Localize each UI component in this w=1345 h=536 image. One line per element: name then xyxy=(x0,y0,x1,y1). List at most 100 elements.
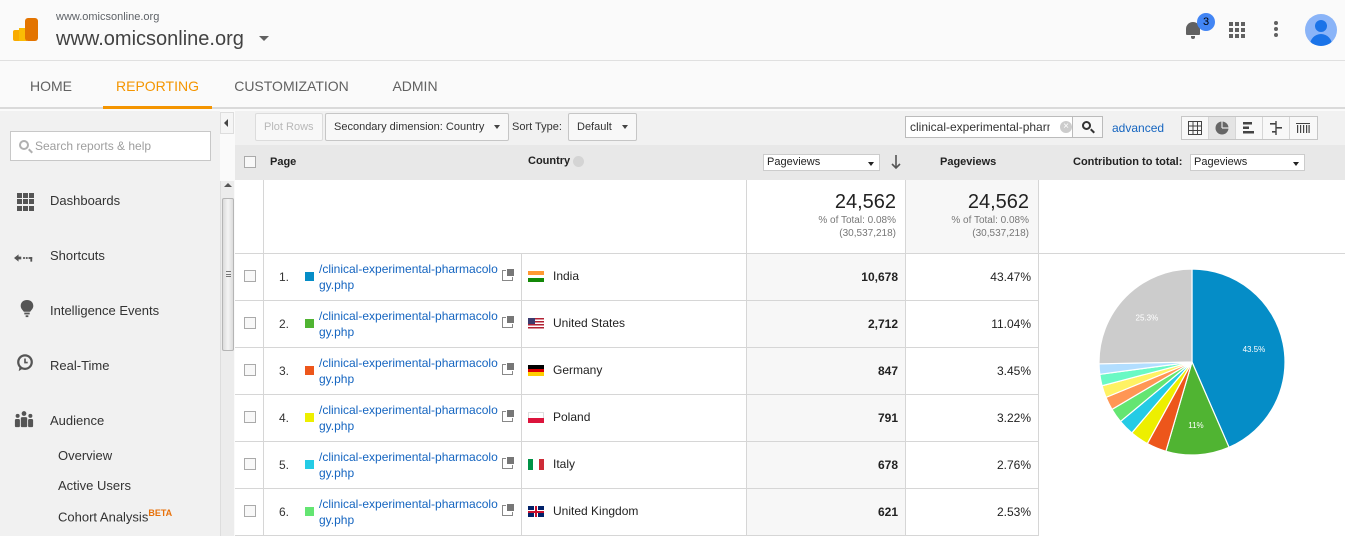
chevron-down-icon xyxy=(494,125,501,130)
metric-select-value: Pageviews xyxy=(767,156,821,168)
collapse-sidebar-button[interactable] xyxy=(220,112,234,134)
page-link[interactable]: /clinical-experimental-pharmacology.php xyxy=(319,449,499,481)
scrollbar-thumb[interactable] xyxy=(222,198,234,351)
plot-rows-button[interactable]: Plot Rows xyxy=(255,113,323,141)
notification-badge[interactable]: 3 xyxy=(1197,13,1215,31)
open-external-icon[interactable] xyxy=(502,409,515,422)
bar-view-button[interactable] xyxy=(1236,117,1263,139)
column-header-page[interactable]: Page xyxy=(270,156,296,168)
country-name[interactable]: United Kingdom xyxy=(553,504,638,518)
sidebar-subitem-active-users[interactable]: Active Users xyxy=(58,478,131,493)
row-checkbox[interactable] xyxy=(244,505,256,517)
open-external-icon[interactable] xyxy=(502,268,515,281)
pageviews-value: 791 xyxy=(746,395,906,441)
secondary-dimension-dropdown[interactable]: Secondary dimension: Country xyxy=(325,113,510,141)
total-percent: % of Total: 0.08% xyxy=(951,215,1029,226)
beta-badge: BETA xyxy=(148,508,173,518)
comparison-view-button[interactable] xyxy=(1263,117,1290,139)
table-view-button[interactable] xyxy=(1182,117,1209,139)
sidebar-item-audience[interactable]: Audience xyxy=(0,405,218,435)
property-selector[interactable]: www.omicsonline.org xyxy=(56,28,244,51)
sidebar: Dashboards Shortcuts Intelligence Events xyxy=(0,111,220,536)
search-reports-box[interactable] xyxy=(10,131,211,161)
row-checkbox[interactable] xyxy=(244,458,256,470)
contribution-label: Contribution to total: xyxy=(1073,156,1183,168)
total-percent: % of Total: 0.08% xyxy=(818,215,896,226)
sort-type-value: Default xyxy=(577,121,612,133)
top-header: www.omicsonline.org www.omicsonline.org … xyxy=(0,0,1345,61)
country-flag-icon xyxy=(528,318,544,329)
open-external-icon[interactable] xyxy=(502,456,515,469)
property-dropdown-caret-icon[interactable] xyxy=(259,36,269,41)
scroll-up-arrow-icon[interactable] xyxy=(224,183,232,187)
main-nav: HOME REPORTING CUSTOMIZATION ADMIN xyxy=(0,62,1345,109)
contribution-select[interactable]: Pageviews xyxy=(1190,154,1305,171)
sidebar-subitem-cohort-analysis[interactable]: Cohort AnalysisBETA xyxy=(58,508,172,524)
total-value: 24,562 xyxy=(834,191,896,213)
remove-dimension-icon[interactable] xyxy=(573,155,585,167)
more-vert-icon[interactable] xyxy=(1274,21,1278,37)
tab-reporting[interactable]: REPORTING xyxy=(103,62,212,109)
sort-descending-icon[interactable] xyxy=(891,154,901,170)
search-reports-input[interactable] xyxy=(35,132,205,160)
open-external-icon[interactable] xyxy=(502,315,515,328)
advanced-filter-link[interactable]: advanced xyxy=(1112,121,1164,135)
row-checkbox[interactable] xyxy=(244,411,256,423)
clear-filter-icon[interactable]: × xyxy=(1060,121,1072,133)
sidebar-item-intelligence-events[interactable]: Intelligence Events xyxy=(0,295,218,325)
avatar-icon[interactable] xyxy=(1305,14,1337,46)
country-name[interactable]: Poland xyxy=(553,410,590,424)
tab-customization[interactable]: CUSTOMIZATION xyxy=(228,62,355,109)
country-flag-icon xyxy=(528,506,544,517)
tab-admin[interactable]: ADMIN xyxy=(384,62,446,109)
row-checkbox[interactable] xyxy=(244,317,256,329)
metric-select[interactable]: Pageviews xyxy=(763,154,880,171)
country-flag-icon xyxy=(528,365,544,376)
table-filter-input[interactable] xyxy=(910,117,1050,137)
sidebar-subitem-label: Cohort Analysis xyxy=(58,509,149,525)
view-switcher xyxy=(1181,116,1318,140)
analytics-logo-icon[interactable] xyxy=(13,18,39,42)
page-link[interactable]: /clinical-experimental-pharmacology.php xyxy=(319,496,499,528)
lightbulb-icon xyxy=(20,300,34,318)
country-name[interactable]: Germany xyxy=(553,363,602,377)
sidebar-subitem-overview[interactable]: Overview xyxy=(58,448,112,463)
page-link[interactable]: /clinical-experimental-pharmacology.php xyxy=(319,402,499,434)
row-number: 6. xyxy=(279,505,290,519)
row-checkbox[interactable] xyxy=(244,270,256,282)
sidebar-item-real-time[interactable]: Real-Time xyxy=(0,350,218,380)
page-link[interactable]: /clinical-experimental-pharmacology.php xyxy=(319,308,499,340)
page-link[interactable]: /clinical-experimental-pharmacology.php xyxy=(319,355,499,387)
sort-type-label: Sort Type: xyxy=(512,121,562,133)
country-name[interactable]: India xyxy=(553,269,579,283)
row-color-swatch xyxy=(305,507,314,516)
sidebar-item-shortcuts[interactable]: Shortcuts xyxy=(0,240,218,270)
row-color-swatch xyxy=(305,319,314,328)
country-name[interactable]: United States xyxy=(553,316,625,330)
tab-home[interactable]: HOME xyxy=(20,62,82,109)
country-name[interactable]: Italy xyxy=(553,457,575,471)
filter-search-button[interactable] xyxy=(1073,116,1103,138)
column-header-pageviews[interactable]: Pageviews xyxy=(940,156,996,168)
table-row: 6. /clinical-experimental-pharmacology.ph… xyxy=(235,489,1040,536)
sidebar-item-dashboards[interactable]: Dashboards xyxy=(0,185,218,215)
apps-grid-icon[interactable] xyxy=(1229,22,1245,38)
pivot-view-button[interactable] xyxy=(1290,117,1317,139)
open-external-icon[interactable] xyxy=(502,503,515,516)
pageviews-value: 2,712 xyxy=(746,301,906,347)
select-all-checkbox[interactable] xyxy=(244,156,256,168)
country-header-label: Country xyxy=(528,155,571,167)
row-color-swatch xyxy=(305,366,314,375)
pie-view-button[interactable] xyxy=(1209,117,1236,139)
page-link[interactable]: /clinical-experimental-pharmacology.php xyxy=(319,261,499,293)
pageviews-value: 10,678 xyxy=(746,254,906,300)
column-header-country[interactable]: Country xyxy=(528,155,585,167)
sidebar-scrollbar[interactable] xyxy=(220,181,234,536)
sort-type-dropdown[interactable]: Default xyxy=(568,113,637,141)
sidebar-item-label: Real-Time xyxy=(50,358,110,373)
total-value: 24,562 xyxy=(967,191,1029,213)
table-filter-box[interactable]: × xyxy=(905,116,1073,138)
open-external-icon[interactable] xyxy=(502,362,515,375)
row-number: 1. xyxy=(279,270,290,284)
row-checkbox[interactable] xyxy=(244,364,256,376)
